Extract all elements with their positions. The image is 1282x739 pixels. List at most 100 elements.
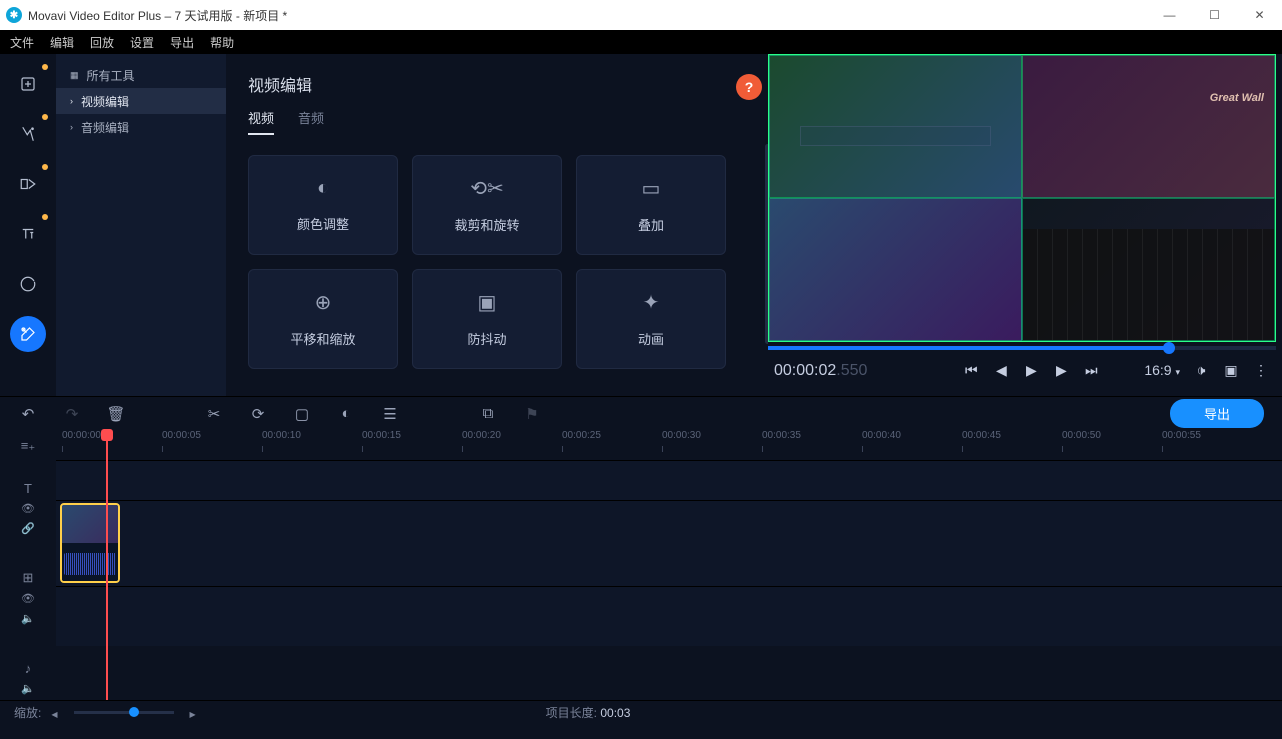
- video-track-icon: ⊞: [23, 568, 34, 588]
- goto-start-button[interactable]: ⏮: [962, 362, 980, 379]
- audio-track-icon: ♪: [25, 658, 32, 678]
- sidebar-item-video-edit[interactable]: › 视频编辑: [56, 88, 226, 114]
- tab-video[interactable]: 视频: [248, 108, 274, 135]
- sidebar-item-audio-edit[interactable]: › 音频编辑: [56, 114, 226, 140]
- ruler-tick: 00:00:00: [62, 430, 101, 441]
- ruler-tick: 00:00:15: [362, 430, 401, 441]
- rail-stickers[interactable]: [10, 266, 46, 302]
- overlay-icon: ▭: [642, 176, 661, 201]
- add-track-button[interactable]: ≡₊: [21, 436, 35, 456]
- seekbar[interactable]: [768, 346, 1276, 350]
- zoom-in-button[interactable]: [190, 706, 196, 720]
- panel-tabs: 视频 音频: [248, 108, 746, 135]
- visibility-icon[interactable]: 👁: [21, 498, 35, 518]
- menu-help[interactable]: 帮助: [210, 34, 234, 51]
- chevron-down-icon: ▾: [1175, 367, 1180, 377]
- link-icon[interactable]: 🔗: [21, 518, 35, 538]
- video-track[interactable]: [56, 500, 1282, 586]
- step-forward-button[interactable]: ▶: [1052, 362, 1070, 379]
- redo-button[interactable]: ↷: [62, 405, 82, 423]
- card-animate[interactable]: ✦ 动画: [576, 269, 726, 369]
- mute-icon[interactable]: 🔈: [21, 678, 35, 698]
- marker-button[interactable]: ⚑: [522, 405, 542, 423]
- ruler-tick: 00:00:50: [1062, 430, 1101, 441]
- audio-track[interactable]: [56, 586, 1282, 646]
- zoom-label: 缩放:: [14, 704, 41, 721]
- undo-button[interactable]: ↶: [18, 405, 38, 423]
- rail-more-tools[interactable]: [10, 316, 46, 352]
- title-track[interactable]: [56, 460, 1282, 500]
- zoom-knob[interactable]: [129, 707, 139, 717]
- step-back-button[interactable]: ◀: [992, 362, 1010, 379]
- menubar: 文件 编辑 回放 设置 导出 帮助: [0, 30, 1282, 54]
- timeline-ruler[interactable]: 00:00:00 00:00:05 00:00:10 00:00:15 00:0…: [56, 430, 1282, 460]
- zoom-slider[interactable]: [74, 711, 174, 714]
- ruler-tick: 00:00:35: [762, 430, 801, 441]
- ruler-tick: 00:00:40: [862, 430, 901, 441]
- tool-sidebar: ▦ 所有工具 › 视频编辑 › 音频编辑: [56, 54, 226, 396]
- menu-edit[interactable]: 编辑: [50, 34, 74, 51]
- panel-title: 视频编辑: [248, 72, 746, 96]
- card-pan-zoom[interactable]: ⊕平移和缩放: [248, 269, 398, 369]
- video-preview[interactable]: [768, 54, 1276, 342]
- rail-titles[interactable]: [10, 216, 46, 252]
- maximize-button[interactable]: ☐: [1192, 0, 1237, 30]
- ruler-tick: 00:00:45: [962, 430, 1001, 441]
- playhead[interactable]: [106, 430, 108, 700]
- chevron-right-icon: ›: [70, 122, 73, 132]
- tab-audio[interactable]: 音频: [298, 108, 324, 135]
- help-button[interactable]: ?: [736, 74, 762, 100]
- aspect-ratio-selector[interactable]: 16:9 ▾: [1144, 362, 1180, 378]
- menu-settings[interactable]: 设置: [130, 34, 154, 51]
- rail-add-media[interactable]: [10, 66, 46, 102]
- tool-panel: ? 视频编辑 视频 音频 ◐颜色调整 ⟲✂裁剪和旋转 ▭叠加 ⊕平移和缩放 ▣防…: [226, 54, 768, 396]
- card-label: 平移和缩放: [290, 329, 355, 348]
- chevron-right-icon: ›: [70, 96, 73, 106]
- card-stabilize[interactable]: ▣防抖动: [412, 269, 562, 369]
- timeline-body[interactable]: 00:00:00 00:00:05 00:00:10 00:00:15 00:0…: [56, 430, 1282, 700]
- visibility-icon[interactable]: 👁: [21, 588, 35, 608]
- export-button[interactable]: 导出: [1170, 399, 1264, 428]
- play-button[interactable]: ▶: [1022, 362, 1040, 379]
- sidebar-item-all-tools[interactable]: ▦ 所有工具: [56, 62, 226, 88]
- zoom-out-button[interactable]: [51, 706, 57, 720]
- more-button[interactable]: ⋮: [1252, 362, 1270, 379]
- menu-export[interactable]: 导出: [170, 34, 194, 51]
- preview-pane: 00:00:02.550 ⏮ ◀ ▶ ▶ ⏭ 16:9 ▾ 🕩 ▣ ⋮: [768, 54, 1282, 396]
- card-color-adjust[interactable]: ◐颜色调整: [248, 155, 398, 255]
- color-button[interactable]: ◐: [336, 405, 356, 422]
- menu-playback[interactable]: 回放: [90, 34, 114, 51]
- rotate-button[interactable]: ⟳: [248, 405, 268, 423]
- ruler-tick: 00:00:25: [562, 430, 601, 441]
- time-display: 00:00:02.550: [774, 360, 867, 380]
- card-crop-rotate[interactable]: ⟲✂裁剪和旋转: [412, 155, 562, 255]
- rail-filters[interactable]: [10, 116, 46, 152]
- goto-end-button[interactable]: ⏭: [1082, 362, 1100, 379]
- card-overlay[interactable]: ▭叠加: [576, 155, 726, 255]
- close-button[interactable]: ✕: [1237, 0, 1282, 30]
- ruler-tick: 00:00:55: [1162, 430, 1201, 441]
- stabilize-icon: ▣: [478, 290, 497, 315]
- minimize-button[interactable]: —: [1147, 0, 1192, 30]
- split-button[interactable]: ✂: [204, 405, 224, 423]
- crop-button[interactable]: ▢: [292, 405, 312, 423]
- delete-button[interactable]: 🗑: [106, 405, 126, 423]
- statusbar: 缩放: 项目长度: 00:03: [0, 700, 1282, 724]
- card-label: 颜色调整: [297, 214, 349, 233]
- video-clip[interactable]: [60, 503, 120, 583]
- transition-wizard-button[interactable]: ⧉: [478, 405, 498, 422]
- volume-button[interactable]: 🕩: [1192, 362, 1210, 379]
- project-length: 项目长度: 00:03: [546, 704, 631, 721]
- snapshot-button[interactable]: ▣: [1222, 362, 1240, 379]
- titlebar: ✱ Movavi Video Editor Plus – 7 天试用版 - 新项…: [0, 0, 1282, 30]
- sidebar-item-label: 所有工具: [87, 67, 135, 84]
- clip-properties-button[interactable]: ☰: [380, 405, 400, 423]
- ruler-tick: 00:00:05: [162, 430, 201, 441]
- mute-icon[interactable]: 🔈: [21, 608, 35, 628]
- animate-icon: ✦: [643, 290, 660, 315]
- menu-file[interactable]: 文件: [10, 34, 34, 51]
- rail-transitions[interactable]: [10, 166, 46, 202]
- playback-controls: 00:00:02.550 ⏮ ◀ ▶ ▶ ⏭ 16:9 ▾ 🕩 ▣ ⋮: [768, 350, 1276, 390]
- tool-cards: ◐颜色调整 ⟲✂裁剪和旋转 ▭叠加 ⊕平移和缩放 ▣防抖动 ✦ 动画: [248, 155, 746, 369]
- card-label: 动画: [638, 329, 664, 348]
